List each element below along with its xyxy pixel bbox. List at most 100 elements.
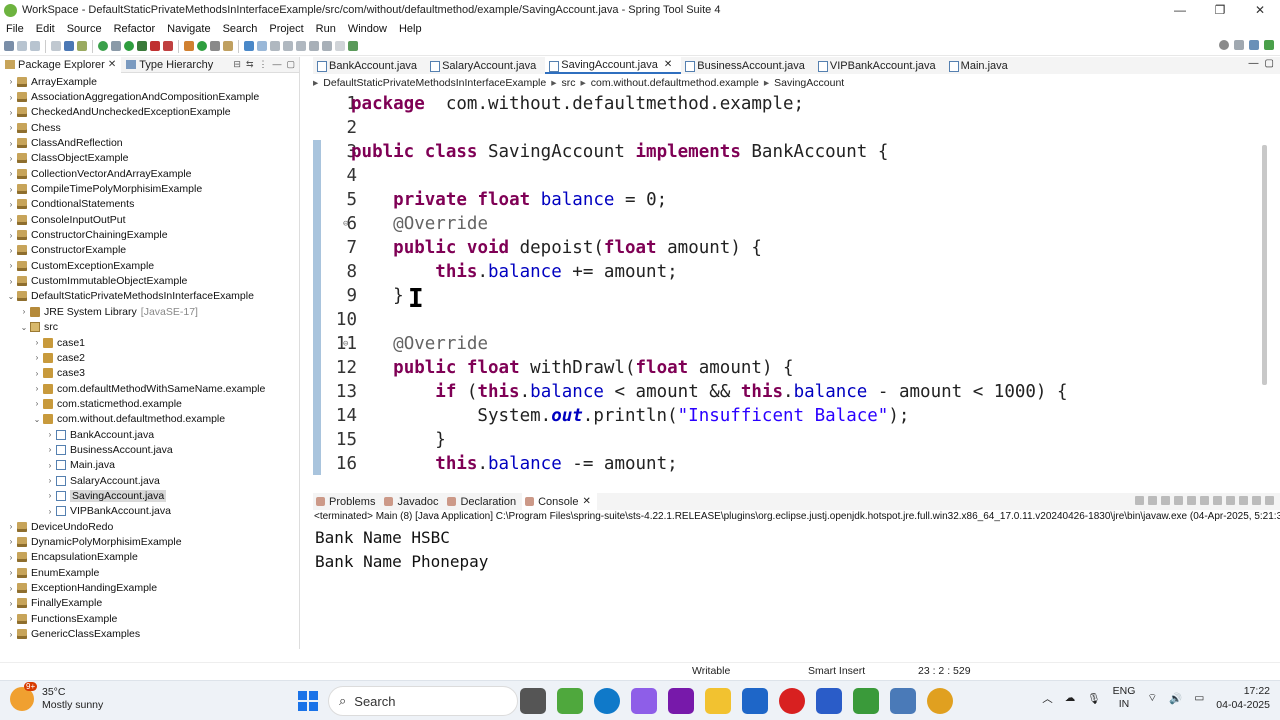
minimize-view-icon[interactable]	[1252, 496, 1261, 505]
tree-item[interactable]: › FunctionsExample	[0, 611, 299, 626]
tree-item[interactable]: › ArrayExample	[0, 74, 299, 89]
minimize-button[interactable]: —	[1160, 0, 1200, 20]
tree-item[interactable]: › ConstructorExample	[0, 243, 299, 258]
chevron-right-icon[interactable]: ›	[6, 154, 16, 163]
chevron-right-icon[interactable]: ›	[6, 139, 16, 148]
remove-all-icon[interactable]	[1161, 496, 1170, 505]
chevron-right-icon[interactable]: ›	[32, 384, 42, 393]
menu-help[interactable]: Help	[393, 23, 428, 35]
chrome-icon[interactable]	[927, 688, 953, 714]
tree-item[interactable]: › CompileTimePolyMorphisimExample	[0, 181, 299, 196]
chevron-right-icon[interactable]: ›	[45, 476, 55, 485]
chevron-right-icon[interactable]: ›	[32, 353, 42, 362]
chevron-right-icon[interactable]: ›	[6, 277, 16, 286]
tree-item[interactable]: › Main.java	[0, 458, 299, 473]
chevron-right-icon[interactable]: ›	[6, 93, 16, 102]
chevron-right-icon[interactable]: ›	[6, 584, 16, 593]
undo-icon[interactable]	[51, 41, 61, 51]
microphone-icon[interactable]: 🎙	[1087, 692, 1100, 705]
chevron-right-icon[interactable]: ›	[6, 522, 16, 531]
store-icon[interactable]	[742, 688, 768, 714]
chevron-down-icon[interactable]: ⌄	[32, 415, 42, 424]
editor-tab[interactable]: SalaryAccount.java	[426, 57, 545, 74]
boot-dashboard-icon[interactable]	[98, 41, 108, 51]
view-menu-icon[interactable]: ⋮	[258, 59, 267, 70]
bottom-tab[interactable]: Console ✕	[522, 493, 597, 510]
close-icon[interactable]: ✕	[582, 496, 590, 507]
tree-item[interactable]: › AssociationAggregationAndCompositionExa…	[0, 89, 299, 104]
code-line[interactable]: 8 this.balance += amount;	[313, 260, 1268, 284]
new-java-project-icon[interactable]	[184, 41, 194, 51]
editor-tab[interactable]: SavingAccount.java ✕	[545, 57, 682, 74]
tab-type-hierarchy[interactable]: Type Hierarchy	[121, 57, 218, 73]
recorder-icon[interactable]	[779, 688, 805, 714]
breadcrumb-class[interactable]: SavingAccount	[774, 77, 844, 89]
task-view-icon[interactable]	[520, 688, 546, 714]
pin-editor-icon[interactable]	[348, 41, 358, 51]
last-edit-location-icon[interactable]	[309, 41, 319, 51]
chevron-right-icon[interactable]: ›	[6, 261, 16, 270]
collapse-all-icon[interactable]: ⊟	[233, 59, 241, 70]
forward-icon[interactable]	[335, 41, 345, 51]
search-icon[interactable]	[1219, 40, 1229, 50]
show-hidden-icons-icon[interactable]: ︿	[1042, 691, 1053, 706]
tree-item[interactable]: › ClassAndReflection	[0, 135, 299, 150]
tree-item[interactable]: › ConsoleInputOutPut	[0, 212, 299, 227]
minimize-editor-icon[interactable]: —	[1249, 58, 1259, 69]
chevron-right-icon[interactable]: ›	[6, 568, 16, 577]
previous-annotation-icon[interactable]	[296, 41, 306, 51]
tree-item[interactable]: › CustomExceptionExample	[0, 258, 299, 273]
terminate-icon[interactable]	[1135, 496, 1144, 505]
code-line[interactable]: 15 }	[313, 428, 1268, 452]
tree-item[interactable]: › CondtionalStatements	[0, 197, 299, 212]
tree-item[interactable]: › case2	[0, 350, 299, 365]
search-tool-icon[interactable]	[223, 41, 233, 51]
link-with-editor-icon[interactable]: ⇆	[246, 59, 254, 70]
copilot-icon[interactable]	[631, 688, 657, 714]
toggle-breadcrumb-icon[interactable]	[257, 41, 267, 51]
code-line[interactable]: 16 this.balance -= amount;	[313, 452, 1268, 475]
menu-project[interactable]: Project	[263, 23, 309, 35]
menu-source[interactable]: Source	[61, 23, 108, 35]
open-console-icon[interactable]	[1239, 496, 1248, 505]
chevron-right-icon[interactable]: ›	[45, 461, 55, 470]
chevron-right-icon[interactable]: ›	[6, 553, 16, 562]
menu-navigate[interactable]: Navigate	[161, 23, 216, 35]
minimize-view-icon[interactable]: —	[272, 59, 281, 70]
code-line[interactable]: 11 ⊖ @Override	[313, 332, 1268, 356]
tree-item[interactable]: › JRE System Library [JavaSE-17]	[0, 304, 299, 319]
toggle-mark-occurrences-icon[interactable]	[244, 41, 254, 51]
code-line[interactable]: 7 public void depoist(float amount) {	[313, 236, 1268, 260]
tree-item[interactable]: › com.staticmethod.example	[0, 396, 299, 411]
chevron-right-icon[interactable]: ›	[6, 169, 16, 178]
clock[interactable]: 17:22 04-04-2025	[1216, 684, 1270, 712]
language-indicator[interactable]: ENG IN	[1113, 685, 1136, 711]
code-line[interactable]: 3 public class SavingAccount implements B…	[313, 140, 1268, 164]
volume-icon[interactable]: 🔊	[1169, 692, 1182, 705]
spring-tool-suite-taskbar-icon[interactable]	[557, 688, 583, 714]
display-console-icon[interactable]	[1226, 496, 1235, 505]
menu-window[interactable]: Window	[342, 23, 393, 35]
menu-refactor[interactable]: Refactor	[108, 23, 162, 35]
close-window-button[interactable]: ✕	[1240, 0, 1280, 20]
save-all-icon[interactable]	[30, 41, 40, 51]
clear-console-icon[interactable]	[1174, 496, 1183, 505]
open-type-icon[interactable]	[210, 41, 220, 51]
tree-item[interactable]: › BusinessAccount.java	[0, 442, 299, 457]
maximize-view-icon[interactable]: ▢	[286, 59, 295, 70]
tree-item[interactable]: › VIPBankAccount.java	[0, 504, 299, 519]
chevron-right-icon[interactable]: ›	[6, 246, 16, 255]
tree-item[interactable]: › CheckedAndUncheckedExceptionExample	[0, 105, 299, 120]
editor-tab[interactable]: BusinessAccount.java	[681, 57, 814, 74]
tree-item[interactable]: ⌄ src	[0, 320, 299, 335]
onenote-icon[interactable]	[668, 688, 694, 714]
coverage-icon[interactable]	[137, 41, 147, 51]
close-icon[interactable]: ✕	[108, 59, 116, 70]
teams-icon[interactable]	[816, 688, 842, 714]
save-icon[interactable]	[17, 41, 27, 51]
chevron-right-icon[interactable]: ›	[32, 369, 42, 378]
new-icon[interactable]	[4, 41, 14, 51]
tree-item[interactable]: › CollectionVectorAndArrayExample	[0, 166, 299, 181]
editor-tab[interactable]: Main.java	[945, 57, 1017, 74]
tree-item[interactable]: › SalaryAccount.java	[0, 473, 299, 488]
